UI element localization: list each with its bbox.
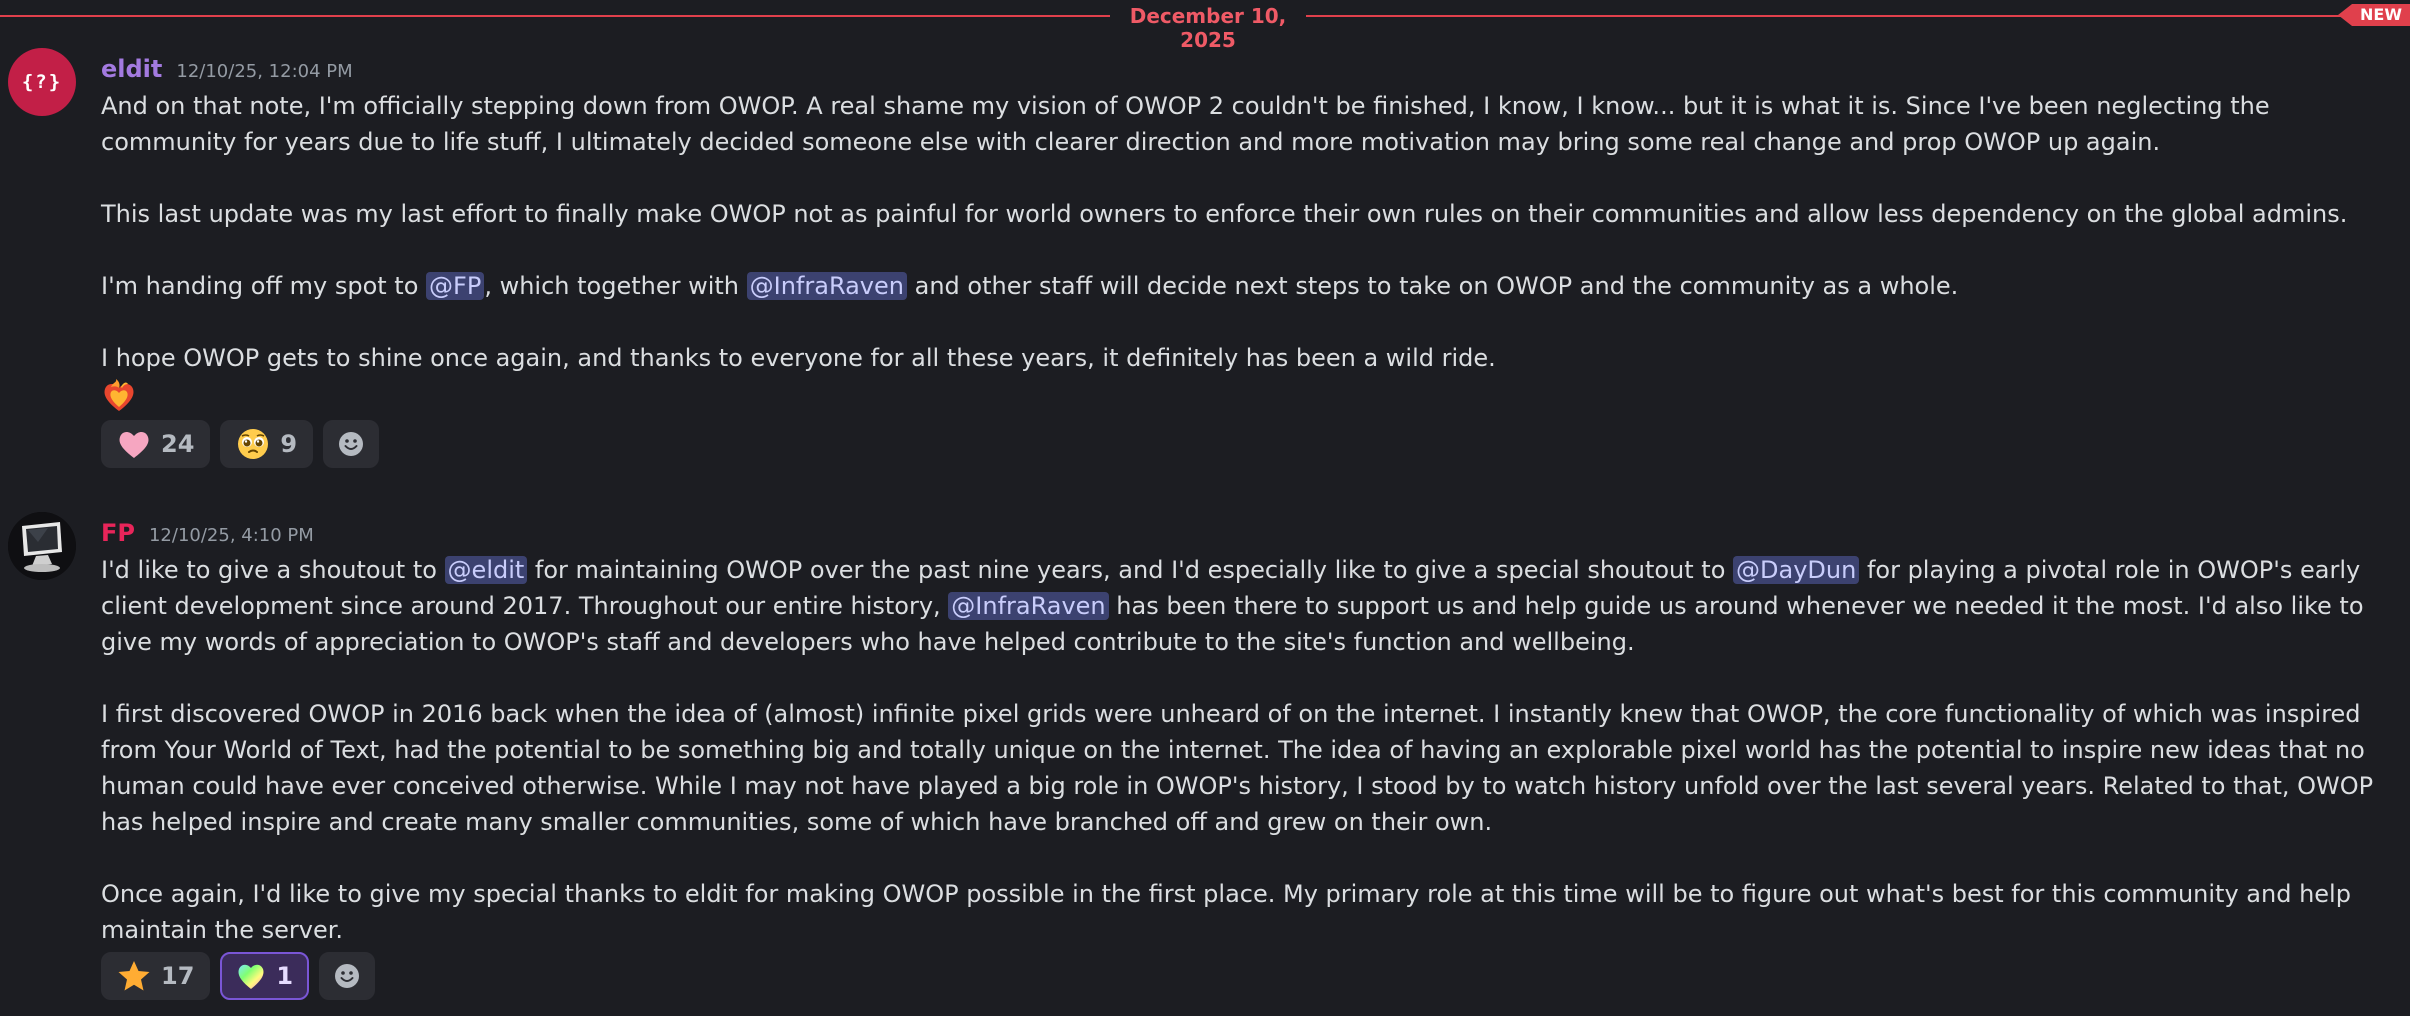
avatar-text: {?} (21, 71, 63, 93)
reaction-star[interactable]: 17 (101, 952, 211, 1000)
avatar[interactable] (8, 512, 76, 580)
reaction-count: 1 (276, 962, 294, 990)
add-reaction-icon (335, 964, 360, 988)
timestamp[interactable]: 12/10/25, 12:04 PM (176, 57, 352, 87)
divider-date: December 10, 2025 (1129, 4, 1287, 52)
add-reaction-button[interactable] (319, 952, 376, 1000)
username[interactable]: eldit (101, 54, 162, 84)
rainbow-heart-icon (238, 964, 264, 989)
pleading-face-icon (238, 429, 269, 459)
mention-infraraven[interactable]: @InfraRaven (948, 592, 1109, 620)
message-paragraph: I'd like to give a shoutout to @eldit fo… (101, 556, 2364, 656)
divider-line-right (1306, 15, 2366, 17)
mention-infraraven[interactable]: @InfraRaven (746, 272, 907, 300)
divider-line-left (0, 15, 1110, 17)
message-paragraph: I first discovered OWOP in 2016 back whe… (101, 700, 2374, 836)
avatar[interactable]: {?} (8, 48, 76, 116)
add-reaction-icon (339, 432, 364, 456)
message-paragraph: Once again, I'd like to give my special … (101, 880, 2351, 944)
reaction-bar: 24 9 (101, 420, 380, 468)
reaction-bar: 17 1 (101, 952, 376, 1000)
timestamp[interactable]: 12/10/25, 4:10 PM (149, 521, 314, 551)
message-header: FP 12/10/25, 4:10 PM (101, 518, 314, 548)
reaction-count: 9 (280, 430, 298, 458)
username[interactable]: FP (101, 518, 135, 548)
add-reaction-button[interactable] (323, 420, 380, 468)
heart-on-fire-icon (104, 379, 134, 411)
mention-daydun[interactable]: @DayDun (1733, 556, 1860, 584)
chat-viewport: December 10, 2025 NEW {?} eldit 12/10/25… (0, 0, 2410, 1016)
mention-fp[interactable]: @FP (426, 272, 485, 300)
reaction-count: 24 (161, 430, 195, 458)
message-header: eldit 12/10/25, 12:04 PM (101, 54, 353, 84)
reaction-count: 17 (161, 962, 195, 990)
mention-eldit[interactable]: @eldit (444, 556, 528, 584)
date-divider: December 10, 2025 NEW (0, 0, 2410, 52)
message-paragraph: I hope OWOP gets to shine once again, an… (101, 344, 1496, 372)
message-paragraph: I'm handing off my spot to @FP, which to… (101, 272, 1959, 300)
reaction-rainbow-heart[interactable]: 1 (220, 952, 310, 1000)
reaction-pink-heart[interactable]: 24 (101, 420, 211, 468)
star-icon (118, 961, 150, 991)
reaction-pleading-face[interactable]: 9 (220, 420, 314, 468)
computer-monitor-icon (8, 512, 76, 580)
new-messages-badge[interactable]: NEW (2338, 4, 2410, 26)
message-paragraph: And on that note, I'm officially steppin… (101, 92, 2270, 156)
message-content: I'd like to give a shoutout to @eldit fo… (101, 552, 2396, 948)
message-content: And on that note, I'm officially steppin… (101, 88, 2396, 414)
message-paragraph: This last update was my last effort to f… (101, 200, 2348, 228)
pink-heart-icon (119, 431, 149, 458)
